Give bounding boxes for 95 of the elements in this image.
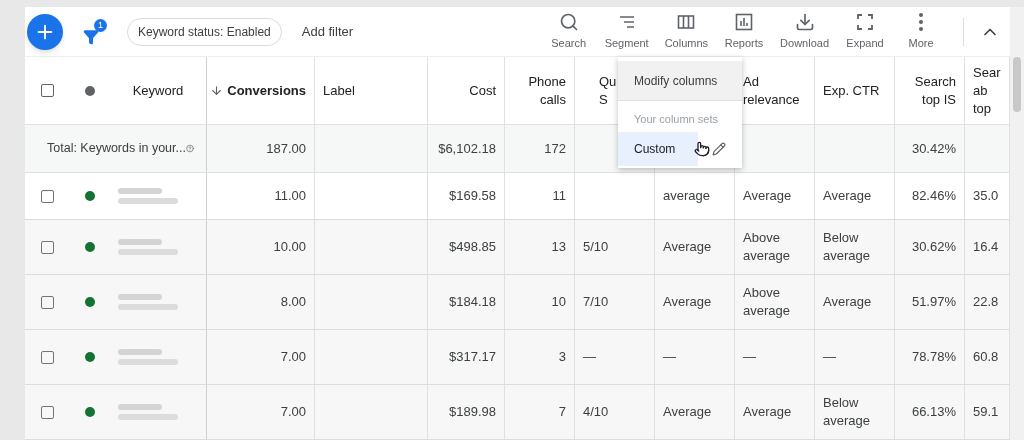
- sort-down-icon: [210, 84, 224, 97]
- column-header[interactable]: Qu S: [599, 72, 617, 109]
- scrollbar[interactable]: [1010, 7, 1024, 440]
- table-cell: 66.13%: [911, 403, 956, 421]
- add-button[interactable]: [27, 13, 63, 50]
- row-checkbox[interactable]: [41, 189, 54, 203]
- table-cell: 8.00: [280, 293, 306, 311]
- table-cell: 11.00: [274, 187, 306, 205]
- more-icon: [919, 12, 923, 31]
- help-icon[interactable]: [185, 142, 194, 155]
- column-header[interactable]: Label: [323, 81, 355, 100]
- row-checkbox[interactable]: [41, 240, 54, 254]
- table-cell: —: [583, 348, 596, 366]
- table-cell: average: [663, 187, 710, 205]
- table-cell: $498.85: [449, 238, 496, 256]
- table-cell: 51.97%: [911, 293, 956, 311]
- table-cell: $189.98: [449, 403, 496, 421]
- table-cell: 4/10: [583, 403, 609, 421]
- table-cell: Average: [823, 187, 872, 205]
- download-icon: [794, 11, 815, 32]
- total-label: Total: Keywords in your...: [47, 140, 186, 158]
- table-cell: $317.17: [449, 348, 496, 366]
- toolbar-button[interactable]: Search: [540, 11, 597, 52]
- table-cell: 10: [551, 293, 566, 311]
- add-filter-button[interactable]: Add filter: [301, 21, 354, 42]
- table-cell: $184.18: [449, 293, 496, 311]
- toolbar-button[interactable]: More: [893, 11, 949, 52]
- row-checkbox[interactable]: [41, 295, 54, 309]
- hand-cursor-icon: [694, 139, 710, 158]
- table-cell: 16.4: [973, 238, 999, 256]
- toolbar-button[interactable]: Segment: [596, 11, 657, 52]
- table-cell: 82.46%: [911, 187, 956, 205]
- filter-icon: [83, 28, 99, 45]
- blurred-keyword-drawing: [118, 294, 178, 310]
- modify-columns-item[interactable]: Modify columns: [618, 61, 742, 101]
- toolbar-button[interactable]: Columns: [656, 11, 717, 52]
- table-cell: 7/10: [583, 293, 609, 311]
- table-cell: 172: [544, 139, 566, 158]
- table-cell: Average: [743, 187, 792, 205]
- table-cell: $6,102.18: [438, 139, 496, 158]
- table-cell: 11: [552, 187, 566, 205]
- select-all-checkbox[interactable]: [41, 84, 54, 97]
- table-cell: 5/10: [583, 238, 609, 256]
- filter-button[interactable]: 1: [83, 18, 107, 45]
- column-header[interactable]: Conversions: [210, 81, 306, 100]
- blurred-keyword-drawing: [118, 404, 178, 420]
- table-cell: Average: [663, 293, 712, 311]
- edit-icon[interactable]: [712, 141, 726, 156]
- column-set-item[interactable]: Custom: [618, 131, 698, 166]
- column-header[interactable]: Cost: [469, 81, 496, 100]
- table-cell-text: Below average: [823, 394, 871, 430]
- table-cell: —: [823, 348, 836, 366]
- table-cell: 78.78%: [911, 348, 956, 366]
- table-cell: 60.8: [973, 348, 999, 366]
- row-checkbox[interactable]: [41, 350, 54, 364]
- table-cell: $169.58: [449, 187, 496, 205]
- table-cell: 10.00: [273, 238, 306, 256]
- search-icon: [558, 11, 579, 32]
- expand-icon: [855, 11, 875, 32]
- bar-chart-icon: [734, 11, 755, 32]
- blurred-keyword-drawing: [118, 349, 178, 365]
- table-cell: 7: [558, 403, 566, 421]
- column-header[interactable]: Sear ab top: [973, 63, 1001, 118]
- column-header[interactable]: Ad relevance: [743, 72, 800, 109]
- table-cell-text: Above average: [743, 229, 791, 265]
- row-checkbox[interactable]: [41, 405, 54, 419]
- blurred-keyword-drawing: [118, 188, 178, 204]
- toolbar-button[interactable]: Reports: [716, 11, 773, 52]
- toolbar-button[interactable]: Expand: [837, 11, 893, 52]
- table-cell: Average: [663, 238, 712, 256]
- menu-section-label: Your column sets: [633, 112, 719, 127]
- table-cell: Average: [743, 403, 792, 421]
- table-cell: Average: [823, 293, 872, 311]
- table-cell: 3: [558, 348, 566, 366]
- filter-count-badge: 1: [94, 18, 107, 32]
- table-cell: 30.42%: [911, 139, 956, 158]
- blurred-keyword-drawing: [118, 239, 178, 255]
- table-cell: Average: [663, 403, 712, 421]
- table-cell: 187.00: [266, 139, 306, 158]
- table-cell: 7.00: [280, 348, 306, 366]
- table-cell: 13: [551, 238, 566, 256]
- table-cell: 59.1: [973, 403, 999, 421]
- table-cell-text: Below average: [823, 229, 871, 265]
- toolbar-button[interactable]: Download: [772, 11, 837, 52]
- table-cell: 30.62%: [911, 238, 956, 256]
- table-cell: —: [743, 348, 756, 366]
- column-header[interactable]: Exp. CTR: [823, 81, 880, 100]
- table-cell: 7.00: [280, 403, 306, 421]
- column-header[interactable]: Phone calls: [528, 72, 566, 109]
- column-header[interactable]: Search top IS: [914, 72, 956, 109]
- table-cell: 22.8: [973, 293, 999, 311]
- table-cell-text: Above average: [743, 284, 791, 320]
- column-header[interactable]: Keyword: [132, 81, 184, 100]
- table-cell: —: [663, 348, 676, 366]
- table-cell: 35.0: [973, 187, 999, 205]
